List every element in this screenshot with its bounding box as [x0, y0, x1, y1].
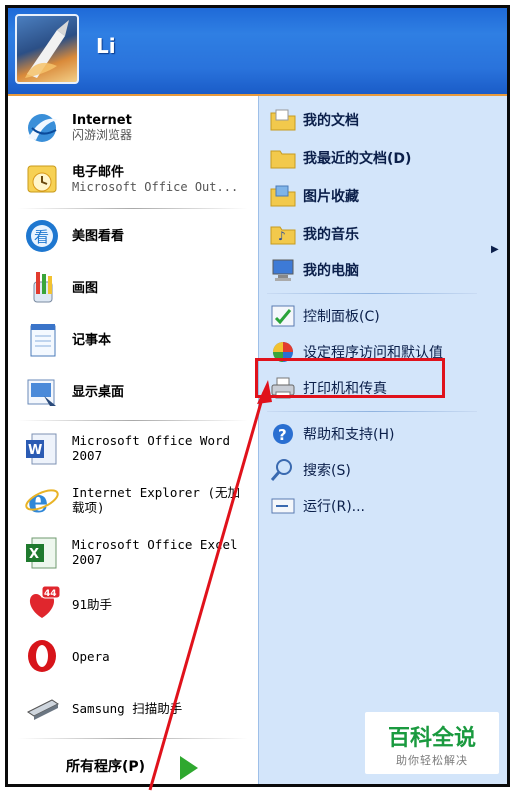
- red-arrow-annotation: [148, 380, 272, 791]
